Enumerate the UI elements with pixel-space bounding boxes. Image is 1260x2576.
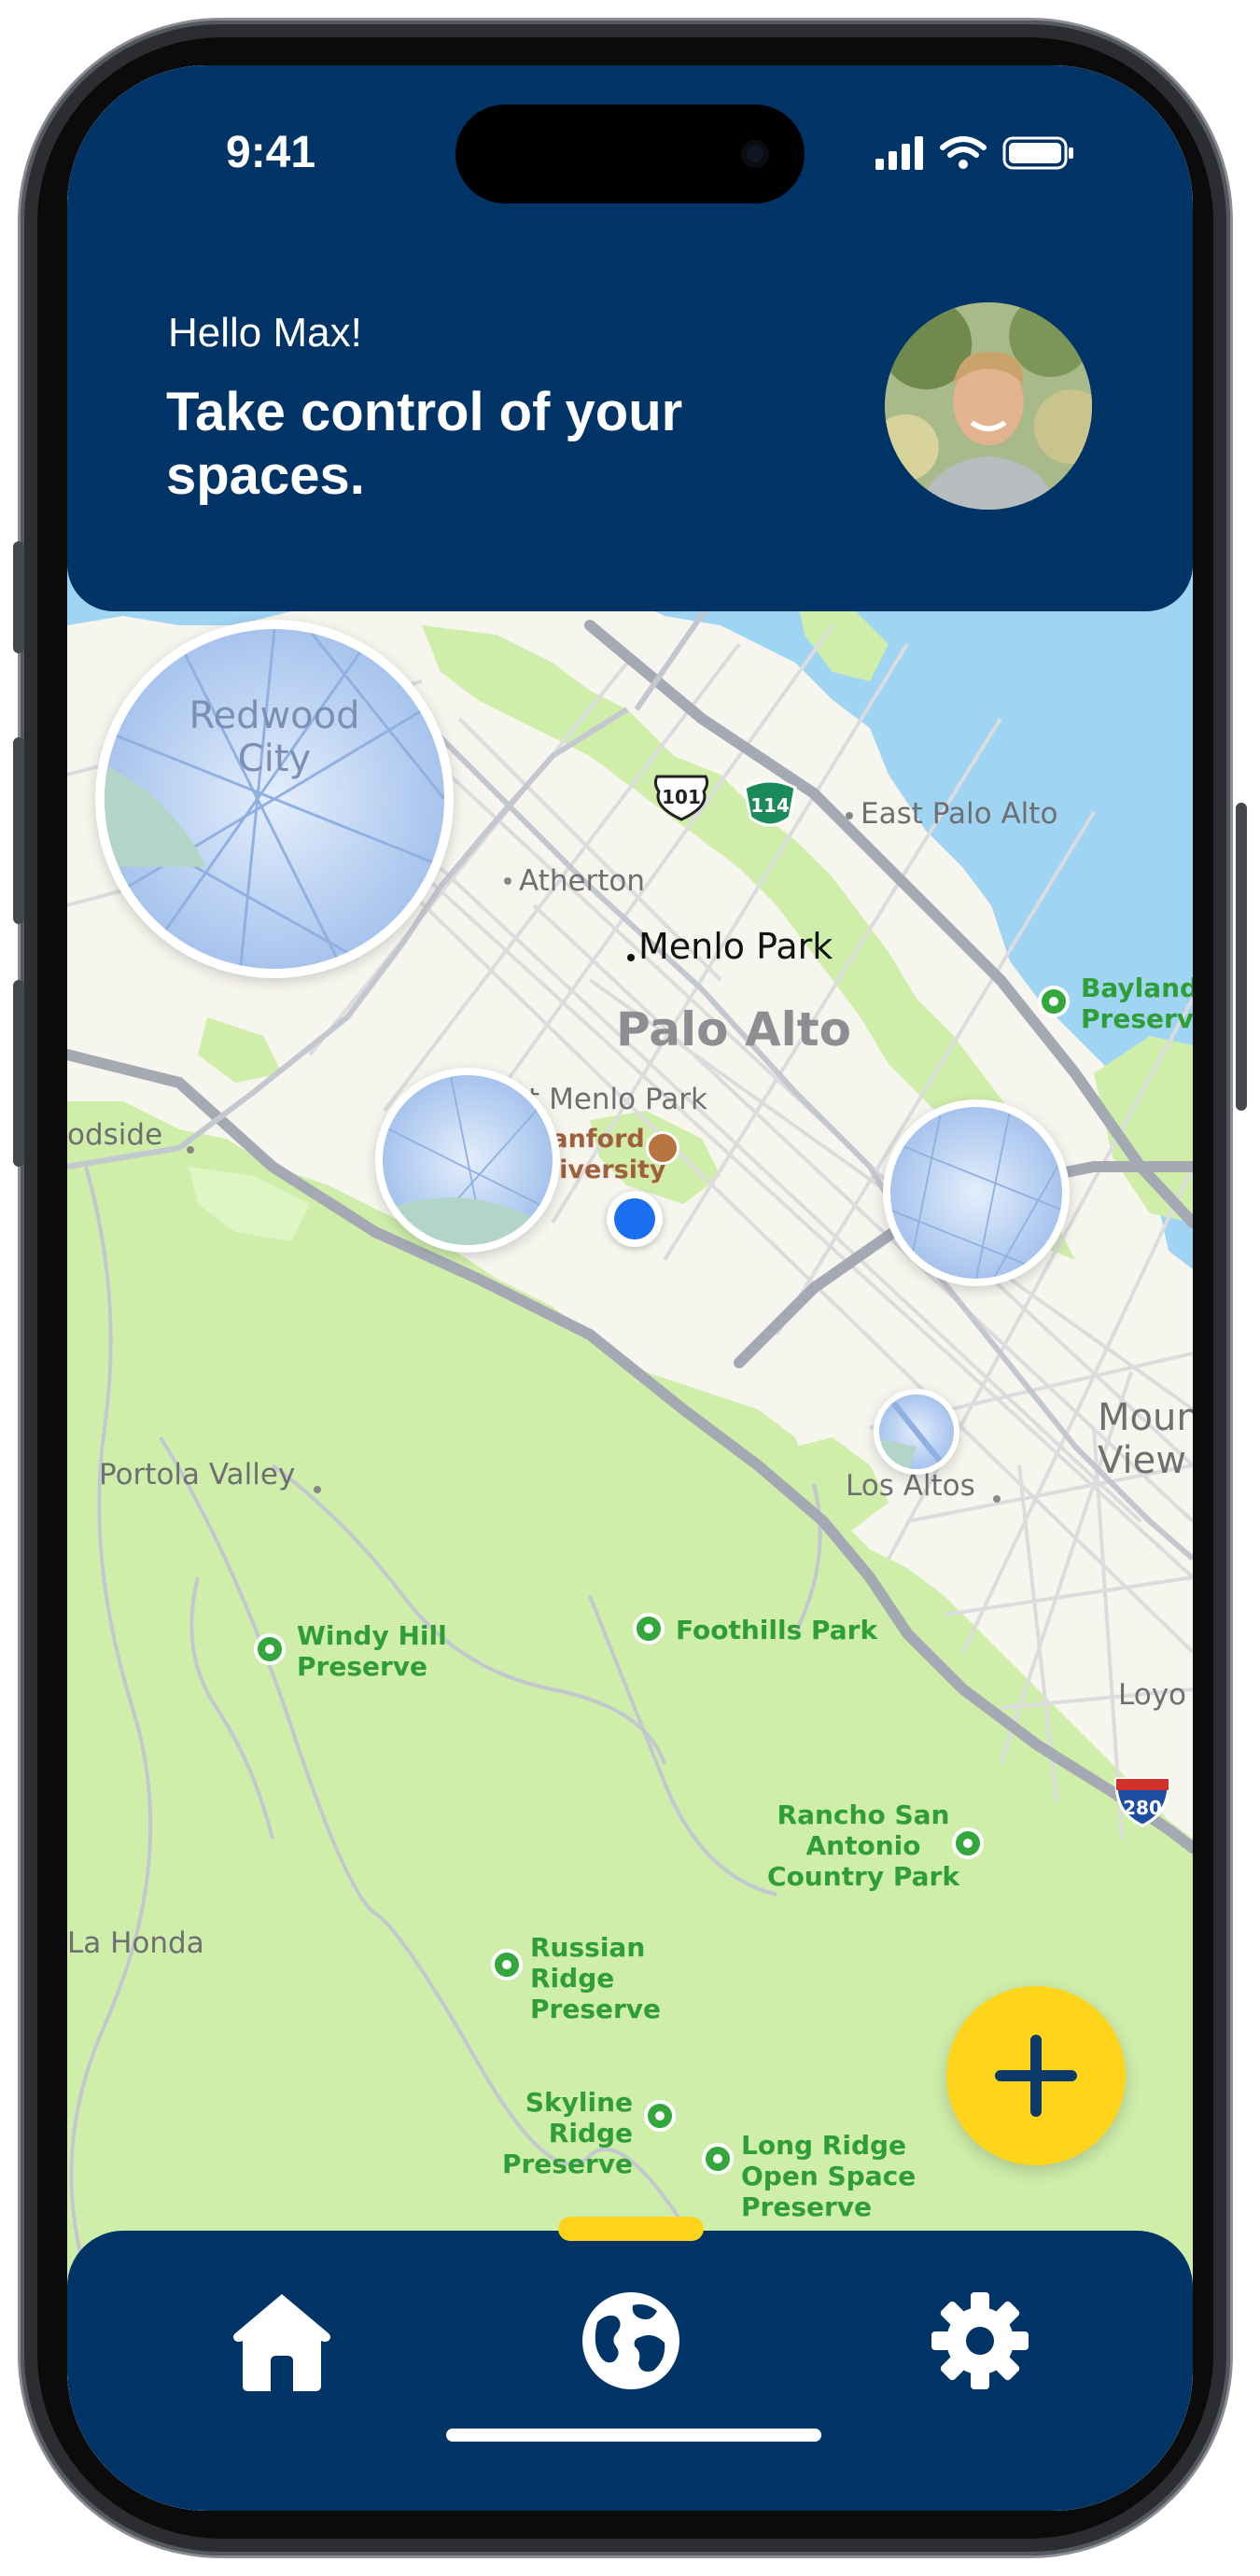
space-circle-palo-alto[interactable] xyxy=(883,1099,1070,1286)
avatar[interactable] xyxy=(885,302,1092,510)
map-label-windy-hill: Windy Hill Preserve xyxy=(297,1620,447,1682)
park-pin-long-ridge[interactable] xyxy=(702,2143,734,2175)
map-label-east-palo-alto: East Palo Alto xyxy=(861,797,1058,831)
signal-icon xyxy=(875,136,923,170)
space-map-texture xyxy=(879,1394,949,1469)
map-label-atherton: Atherton xyxy=(519,864,646,898)
greeting-text: Hello Max! xyxy=(168,310,362,356)
header: 9:41 Hello Max! Take control of your spa… xyxy=(67,65,1193,611)
plus-icon xyxy=(995,2035,1077,2117)
nav-explore[interactable] xyxy=(575,2285,687,2397)
space-circle-fill: Redwood City xyxy=(105,629,444,969)
ca114-shield: 114 xyxy=(741,778,799,831)
map-label-portola-valley: Portola Valley xyxy=(99,1458,296,1491)
status-icons xyxy=(874,133,1079,174)
space-map-texture xyxy=(105,629,444,969)
i280-shield-number: 280 xyxy=(1123,1797,1162,1819)
map-label-palo-alto: Palo Alto xyxy=(616,1002,852,1057)
nav-settings[interactable] xyxy=(924,2285,1036,2397)
home-indicator[interactable] xyxy=(446,2429,821,2442)
map-dot-woodside xyxy=(187,1146,194,1154)
status-time: 9:41 xyxy=(226,128,316,177)
ca114-shield-number: 114 xyxy=(750,794,790,817)
nav-home[interactable] xyxy=(226,2285,338,2397)
home-icon xyxy=(233,2294,330,2391)
us101-shield-number: 101 xyxy=(662,786,701,808)
volume-up-button xyxy=(13,737,24,924)
current-location-dot xyxy=(607,1191,663,1247)
map-label-la-honda: La Honda xyxy=(67,1926,204,1960)
map-label-rancho-san-antonio: Rancho San Antonio Country Park xyxy=(767,1799,959,1892)
map-label-long-ridge: Long Ridge Open Space Preserve xyxy=(741,2130,917,2222)
space-circle-fill xyxy=(383,1075,553,1245)
interstate-shield-icon: 280 xyxy=(1114,1777,1170,1827)
space-label-redwood-city: Redwood City xyxy=(189,694,360,780)
i280-shield: 280 xyxy=(1113,1775,1172,1827)
space-circle-fill xyxy=(879,1394,954,1469)
space-circle-los-altos[interactable] xyxy=(874,1389,959,1475)
park-pin-windy-hill[interactable] xyxy=(254,1633,286,1665)
map-label-woodside: odside xyxy=(67,1118,163,1152)
map-label-baylands: Baylands Preserve xyxy=(1081,973,1193,1034)
action-button xyxy=(13,541,24,653)
avatar-image xyxy=(885,302,1092,510)
status-icons-svg xyxy=(875,136,1073,170)
map-label-menlo-park: Menlo Park xyxy=(638,926,833,967)
app-screen: 101 114 280 Atherton East Palo Alto Menl… xyxy=(67,65,1193,2511)
battery-icon xyxy=(1002,136,1073,170)
stanford-poi-icon[interactable] xyxy=(646,1131,679,1165)
map-label-skyline-ridge: Skyline Ridge Preserve xyxy=(501,2087,633,2179)
park-pin-russian-ridge[interactable] xyxy=(491,1949,523,1981)
park-pin-rancho-san-antonio[interactable] xyxy=(952,1827,984,1859)
volume-down-button xyxy=(13,980,24,1167)
map-label-russian-ridge: Russian Ridge Preserve xyxy=(530,1932,662,2024)
front-camera xyxy=(741,140,769,168)
us-route-shield-icon: 101 xyxy=(653,775,709,821)
add-space-button[interactable] xyxy=(946,1986,1126,2165)
space-circle-fill xyxy=(890,1107,1062,1279)
park-pin-skyline-ridge[interactable] xyxy=(644,2100,676,2132)
map-dot-los-altos xyxy=(993,1495,1001,1503)
map-label-loyola: Loyo xyxy=(1118,1678,1187,1712)
map-label-foothills-park: Foothills Park xyxy=(676,1615,878,1645)
sheet-handle[interactable] xyxy=(558,2217,704,2241)
map-dot-menlo-park xyxy=(627,954,635,961)
space-circle-redwood-city[interactable]: Redwood City xyxy=(95,620,454,978)
page-title: Take control of your spaces. xyxy=(166,382,683,506)
space-map-texture xyxy=(890,1107,1062,1279)
wifi-icon xyxy=(940,136,987,158)
globe-icon xyxy=(582,2292,679,2389)
park-pin-baylands[interactable] xyxy=(1038,986,1070,1017)
map-label-mountain-view: Mountain View xyxy=(1098,1396,1193,1482)
gear-icon xyxy=(931,2292,1029,2389)
park-pin-foothills-park[interactable] xyxy=(633,1613,665,1645)
space-map-texture xyxy=(383,1075,553,1245)
power-button xyxy=(1236,803,1247,1111)
dynamic-island xyxy=(455,105,805,203)
us101-shield: 101 xyxy=(651,773,711,821)
map-dot-portola-valley xyxy=(314,1486,321,1493)
space-circle-west-menlo-park[interactable] xyxy=(375,1068,560,1253)
bottom-nav xyxy=(67,2231,1193,2511)
map-dot-east-palo-alto xyxy=(846,812,853,819)
map-dot-atherton xyxy=(504,877,511,885)
state-route-shield-icon: 114 xyxy=(743,779,797,827)
